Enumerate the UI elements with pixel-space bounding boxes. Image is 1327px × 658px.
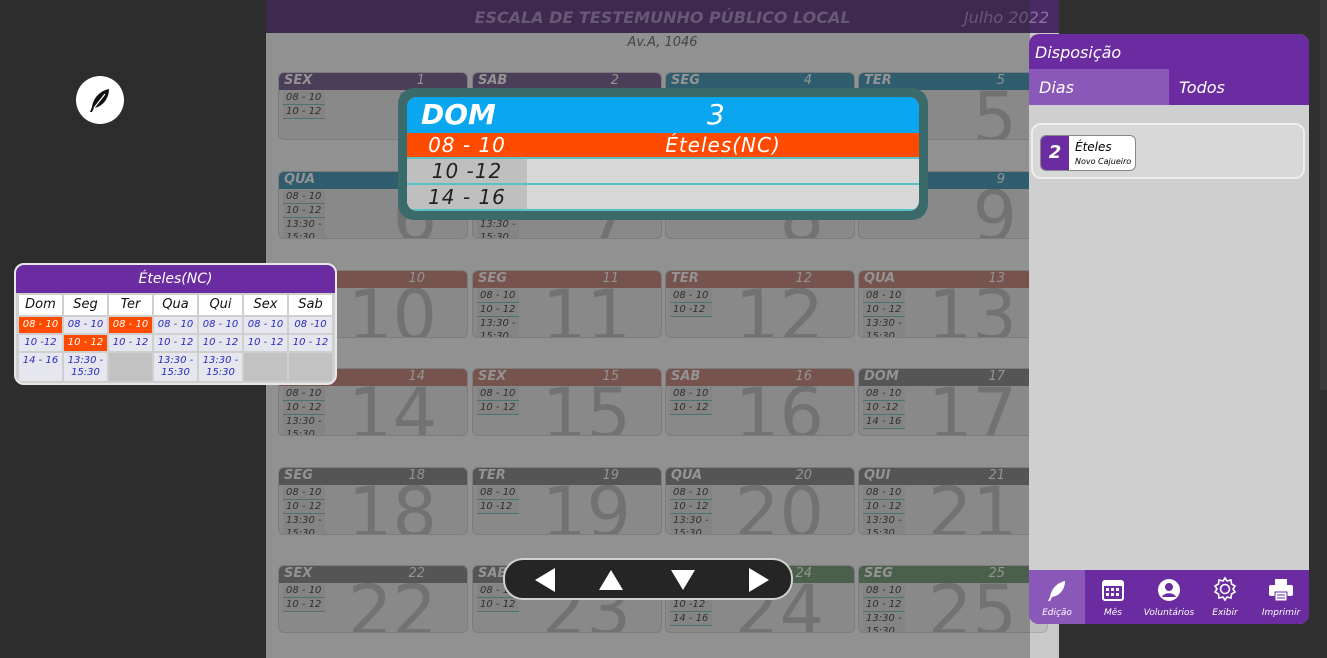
- feather-icon: [1048, 581, 1065, 601]
- toolbar-label: Exibir: [1212, 608, 1238, 618]
- toolbar-label: Edição: [1042, 608, 1072, 618]
- popup-weekday: DOM: [421, 98, 496, 131]
- feather-icon: [90, 89, 109, 112]
- popup-slot-row[interactable]: 14 - 16: [407, 185, 919, 211]
- arrow-right-icon: [749, 568, 769, 592]
- bottom-toolbar: Edição Mês Voluntários Exibir Imprimir: [1029, 570, 1309, 624]
- availability-slot[interactable]: 14 - 16: [19, 353, 62, 381]
- availability-slot[interactable]: 08 - 10: [244, 317, 287, 333]
- navigation-controls: [503, 558, 793, 600]
- disposition-sidebar: Disposição Dias Todos 2 Ételes Novo Caju…: [1029, 34, 1309, 624]
- slot-assignee: [527, 159, 919, 183]
- arrow-up-icon: [599, 570, 623, 590]
- availability-grid: Dom Seg Ter Qua Qui Sex Sab 08 - 10 08 - 10 08 - …: [19, 295, 332, 381]
- availability-slot[interactable]: 08 - 10: [109, 317, 152, 333]
- person-icon: [1158, 579, 1180, 601]
- sidebar-title: Disposição: [1029, 34, 1309, 69]
- availability-slot[interactable]: 10 - 12: [154, 335, 197, 351]
- volunteer-name: Ételes(NC): [16, 265, 335, 293]
- slot-assignee: Ételes(NC): [665, 133, 781, 157]
- scrollbar[interactable]: [1320, 0, 1327, 390]
- availability-slot[interactable]: 10 - 12: [244, 335, 287, 351]
- availability-slot[interactable]: 08 - 10: [154, 317, 197, 333]
- toolbar-exibir-button[interactable]: Exibir: [1197, 570, 1253, 624]
- calendar-icon: [1102, 580, 1124, 601]
- popup-header: DOM 3: [407, 97, 919, 133]
- availability-slot[interactable]: 13:30 - 15:30: [199, 353, 242, 381]
- nav-left-button[interactable]: [531, 567, 559, 593]
- slot-time: 10 -12: [407, 159, 527, 183]
- toolbar-edicao-button[interactable]: Edição: [1029, 570, 1085, 624]
- slot-time: 14 - 16: [407, 185, 527, 209]
- availability-slot[interactable]: 10 - 12: [109, 335, 152, 351]
- app-logo[interactable]: [76, 76, 124, 124]
- arrow-left-icon: [535, 568, 555, 592]
- toolbar-imprimir-button[interactable]: Imprimir: [1253, 570, 1309, 624]
- volunteer-badge[interactable]: 2 Ételes Novo Cajueiro: [1040, 135, 1136, 171]
- weekday-header: Sab: [289, 295, 332, 315]
- volunteer-availability-panel: Ételes(NC) Dom Seg Ter Qua Qui Sex Sab 08 - 10 0…: [14, 263, 337, 385]
- availability-slot[interactable]: 10 - 12: [64, 335, 107, 351]
- nav-right-button[interactable]: [745, 567, 773, 593]
- availability-slot[interactable]: 10 - 12: [199, 335, 242, 351]
- nav-up-button[interactable]: [597, 567, 625, 593]
- popup-slot-row[interactable]: 10 -12: [407, 159, 919, 185]
- availability-slot[interactable]: [244, 353, 287, 381]
- weekday-header: Dom: [19, 295, 62, 315]
- slot-assignee: [527, 185, 919, 209]
- volunteer-badge-location: Novo Cajueiro: [1075, 157, 1132, 166]
- slot-time: 08 - 10: [407, 133, 527, 157]
- availability-slot[interactable]: 13:30 - 15:30: [154, 353, 197, 381]
- day-detail-popup: DOM 3 08 - 10 Ételes(NC) 10 -12 14 - 16: [398, 88, 928, 220]
- nav-down-button[interactable]: [669, 567, 697, 593]
- toolbar-label: Imprimir: [1261, 608, 1301, 618]
- arrow-down-icon: [671, 570, 695, 590]
- availability-slot[interactable]: [109, 353, 152, 381]
- gear-icon: [1213, 576, 1237, 602]
- weekday-header: Qui: [199, 295, 242, 315]
- toolbar-label: Mês: [1104, 608, 1122, 618]
- weekday-header: Qua: [154, 295, 197, 315]
- toolbar-voluntarios-button[interactable]: Voluntários: [1141, 570, 1197, 624]
- weekday-header: Sex: [244, 295, 287, 315]
- popup-slot-row[interactable]: 08 - 10 Ételes(NC): [407, 133, 919, 159]
- availability-slot[interactable]: 08 - 10: [199, 317, 242, 333]
- weekday-header: Ter: [109, 295, 152, 315]
- popup-day: 3: [707, 98, 725, 131]
- tab-todos[interactable]: Todos: [1169, 69, 1309, 105]
- volunteer-card: 2 Ételes Novo Cajueiro: [1031, 123, 1305, 179]
- printer-icon: [1269, 579, 1293, 602]
- availability-slot[interactable]: [289, 353, 332, 381]
- availability-slot[interactable]: 08 - 10: [19, 317, 62, 333]
- volunteer-badge-name: Ételes: [1075, 140, 1112, 154]
- availability-slot[interactable]: 10 -12: [19, 335, 62, 351]
- sidebar-tabs: Dias Todos: [1029, 69, 1309, 105]
- toolbar-label: Voluntários: [1143, 608, 1195, 618]
- volunteer-count: 2: [1041, 136, 1069, 170]
- toolbar-mes-button[interactable]: Mês: [1085, 570, 1141, 624]
- availability-slot[interactable]: 08 - 10: [64, 317, 107, 333]
- availability-slot[interactable]: 08 -10: [289, 317, 332, 333]
- availability-slot[interactable]: 10 - 12: [289, 335, 332, 351]
- tab-dias[interactable]: Dias: [1029, 69, 1169, 105]
- availability-slot[interactable]: 13:30 - 15:30: [64, 353, 107, 381]
- weekday-header: Seg: [64, 295, 107, 315]
